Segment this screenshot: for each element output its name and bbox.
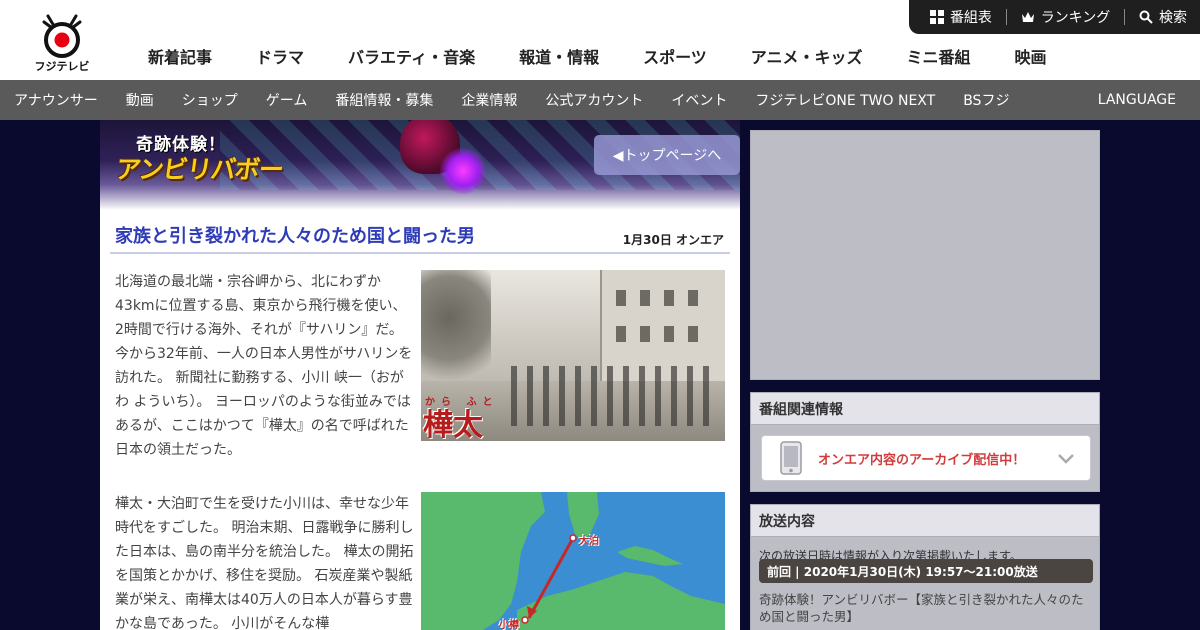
related-info-box: 番組関連情報 オンエア内容のアーカイブ配信中！	[750, 392, 1100, 492]
search-link[interactable]: 検索	[1139, 7, 1187, 27]
subnav-item-event[interactable]: イベント	[657, 90, 741, 110]
nav-item-report[interactable]: 報道・情報	[497, 44, 621, 68]
program-guide-link[interactable]: 番組表	[929, 7, 992, 27]
utility-bar: 番組表 ランキング 検索	[909, 0, 1200, 34]
program-logo-title[interactable]: アンビリバボー	[113, 150, 285, 186]
photo-people	[511, 366, 711, 426]
nav-item-mini[interactable]: ミニ番組	[884, 44, 992, 68]
article-header: 家族と引き裂かれた人々のため国と闘った男 1月30日 オンエア	[110, 216, 730, 254]
article-paragraph-2: 樺太・大泊町で生を受けた小川は、幸せな少年時代をすごした。 明治末期、日露戦争に…	[115, 496, 414, 630]
subnav-item-official-accounts[interactable]: 公式アカウント	[531, 90, 657, 110]
main-nav: 新着記事 ドラマ バラエティ・音楽 報道・情報 スポーツ アニメ・キッズ ミニ番…	[126, 44, 1069, 68]
subnav-item-program-info[interactable]: 番組情報・募集	[321, 90, 447, 110]
top-page-button[interactable]: ◀トップページへ	[594, 135, 740, 175]
nav-item-news[interactable]: 新着記事	[126, 44, 234, 68]
broadcast-info-box: 放送内容 次の放送日時は情報が入り次第掲載いたします。 前回 | 2020年1月…	[750, 504, 1100, 630]
main-content: 奇跡体験！ アンビリバボー ◀トップページへ 家族と引き裂かれた人々のため国と闘…	[100, 120, 740, 630]
fujitv-eye-icon	[42, 14, 82, 58]
nav-item-variety[interactable]: バラエティ・音楽	[326, 44, 497, 68]
subnav-item-game[interactable]: ゲーム	[252, 90, 322, 110]
divider	[1005, 9, 1007, 25]
photo-trees	[421, 270, 491, 390]
fujitv-logo[interactable]: フジテレビ	[30, 12, 94, 73]
program-guide-label: 番組表	[949, 10, 992, 26]
karafuto-street-photo: から ふと 樺太	[421, 270, 725, 441]
subnav-item-shop[interactable]: ショップ	[168, 90, 252, 110]
search-label: 検索	[1159, 10, 1188, 26]
subnav-item-video[interactable]: 動画	[112, 90, 168, 110]
divider	[1124, 9, 1126, 25]
subnav-item-corporate[interactable]: 企業情報	[447, 90, 531, 110]
grid-icon	[929, 10, 944, 24]
ranking-link[interactable]: ランキング	[1021, 7, 1111, 27]
language-link[interactable]: LANGUAGE	[1098, 92, 1176, 108]
onair-date: 1月30日 オンエア	[622, 233, 724, 247]
related-info-heading: 番組関連情報	[751, 393, 1099, 425]
previous-broadcast-description[interactable]: 奇跡体験！アンビリバボー【家族と引き裂かれた人々のため国と闘った男】	[759, 591, 1093, 625]
map-graphic	[421, 492, 725, 630]
subnav-item-one-two-next[interactable]: フジテレビONE TWO NEXT	[741, 90, 949, 110]
site-header: フジテレビ 番組表 ランキング 検索 新着記事 ドラマ バラエティ・音楽 報道・…	[0, 0, 1200, 80]
crown-icon	[1021, 12, 1034, 22]
program-banner: 奇跡体験！ アンビリバボー ◀トップページへ	[100, 120, 740, 210]
sub-nav: アナウンサー 動画 ショップ ゲーム 番組情報・募集 企業情報 公式アカウント …	[0, 80, 1200, 120]
archive-label: オンエア内容のアーカイブ配信中！	[818, 452, 1026, 468]
smartphone-icon	[780, 441, 802, 475]
banner-glow	[440, 148, 486, 194]
search-icon	[1139, 10, 1153, 24]
ranking-label: ランキング	[1040, 10, 1111, 26]
nav-item-drama[interactable]: ドラマ	[234, 44, 326, 68]
nav-item-anime[interactable]: アニメ・キッズ	[729, 44, 885, 68]
nav-item-movie[interactable]: 映画	[992, 44, 1068, 68]
article-paragraph-1: 北海道の最北端・宗谷岬から、北にわずか43kmに位置する島、東京から飛行機を使い…	[115, 274, 413, 458]
map-label-otomari: 大泊	[579, 536, 599, 547]
advertisement-slot[interactable]	[750, 130, 1100, 380]
chevron-down-icon	[1058, 454, 1074, 464]
archive-link[interactable]: オンエア内容のアーカイブ配信中！	[761, 435, 1091, 481]
subnav-item-bsfuji[interactable]: BSフジ	[949, 90, 1023, 110]
previous-broadcast-bar: 前回 | 2020年1月30日(木) 19:57～21:00放送	[759, 559, 1093, 583]
article-title: 家族と引き裂かれた人々のため国と闘った男	[115, 226, 475, 247]
map-label-otaru: 小樽	[499, 620, 519, 630]
logo-text: フジテレビ	[34, 60, 90, 73]
subnav-item-announcer[interactable]: アナウンサー	[0, 90, 112, 110]
photo-caption: 樺太	[423, 408, 483, 441]
broadcast-heading: 放送内容	[751, 505, 1099, 537]
nav-item-sports[interactable]: スポーツ	[621, 44, 729, 68]
sakhalin-map: 大泊 小樽	[421, 492, 725, 630]
